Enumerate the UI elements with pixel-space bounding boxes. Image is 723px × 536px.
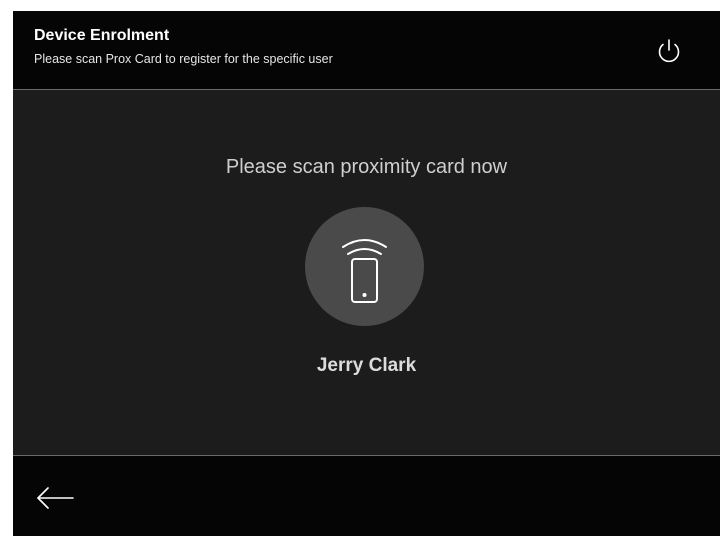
scan-indicator [305,207,424,326]
page-title: Device Enrolment [34,27,170,44]
back-arrow-icon [37,487,74,509]
header-bar: Device Enrolment Please scan Prox Card t… [13,11,720,90]
back-button[interactable] [35,484,75,512]
footer-bar [13,455,720,536]
power-button[interactable] [652,35,686,69]
main-content: Please scan proximity card now Jerry Cla… [13,90,720,455]
enrolment-screen: Device Enrolment Please scan Prox Card t… [13,11,720,536]
power-icon [658,39,680,63]
user-name: Jerry Clark [316,355,417,376]
proximity-card-scan-icon [342,239,387,303]
page-subtitle: Please scan Prox Card to register for th… [34,52,333,66]
scan-instruction: Please scan proximity card now [225,156,508,178]
